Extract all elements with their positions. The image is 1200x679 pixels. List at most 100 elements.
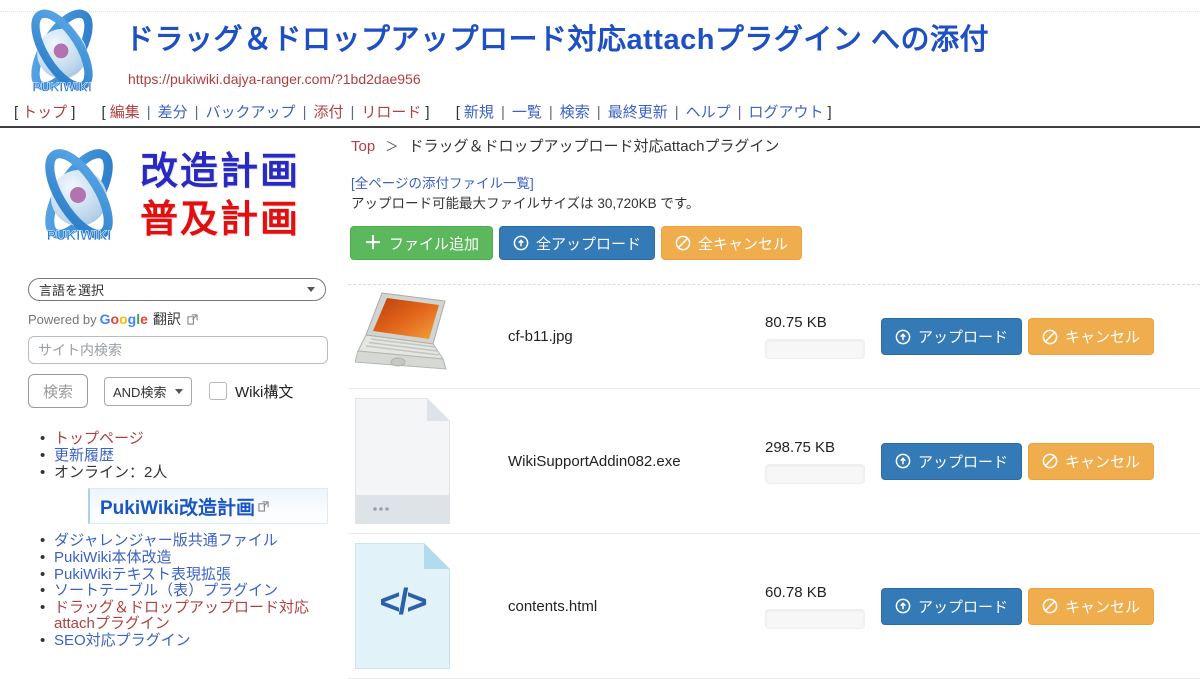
nav-edit[interactable]: 編集 bbox=[110, 104, 140, 121]
nav-new[interactable]: 新規 bbox=[464, 104, 494, 121]
nav-reload[interactable]: リロード bbox=[361, 104, 421, 121]
search-mode-select[interactable]: AND検索 bbox=[104, 377, 192, 406]
upload-all-button[interactable]: 全アップロード bbox=[499, 226, 655, 260]
search-button[interactable]: 検索 bbox=[28, 374, 88, 408]
sidebar: PUKIWIKI 改造計画 普及計画 言語を選択 Powered by Goog… bbox=[0, 128, 345, 630]
cancel-all-button[interactable]: 全キャンセル bbox=[661, 226, 802, 260]
file-thumbnail: </> bbox=[355, 543, 450, 669]
all-pages-attachment-list-link[interactable]: [全ページの添付ファイル一覧] bbox=[351, 172, 534, 192]
breadcrumb-home-link[interactable]: Top bbox=[351, 138, 375, 155]
slogan-line-2: 普及計画 bbox=[140, 196, 300, 244]
file-actions: アップロード キャンセル bbox=[881, 443, 1154, 480]
pukiwiki-atom-logo[interactable]: PUKIWIKI bbox=[12, 4, 112, 96]
breadcrumb: Top ＞ ドラッグ＆ドロップアップロード対応attachプラグイン bbox=[351, 135, 779, 156]
breadcrumb-separator: ＞ bbox=[385, 139, 398, 154]
file-meta: 80.75 KB bbox=[765, 314, 865, 359]
list-item: ダジャレンジャー版共通ファイル bbox=[40, 533, 332, 549]
upload-button[interactable]: アップロード bbox=[881, 443, 1022, 480]
file-actions: アップロード キャンセル bbox=[881, 588, 1154, 625]
upload-button[interactable]: アップロード bbox=[881, 588, 1022, 625]
nav-group-page: [編集|差分|バックアップ|添付|リロード] bbox=[98, 104, 434, 121]
circle-arrow-up-icon bbox=[895, 329, 911, 345]
logo-brand-text: PUKIWIKI bbox=[32, 79, 91, 94]
sidebar-item-text-extension[interactable]: PukiWikiテキスト表現拡張 bbox=[54, 566, 231, 583]
file-actions: アップロード キャンセル bbox=[881, 318, 1154, 355]
logo-brand-text: PUKIWIKI bbox=[47, 227, 112, 243]
site-slogan: 改造計画 普及計画 bbox=[140, 148, 300, 244]
upload-progress-bar bbox=[765, 339, 865, 359]
list-item: PukiWiki本体改造 bbox=[40, 550, 332, 566]
site-search-input[interactable] bbox=[28, 336, 328, 364]
generic-file-icon bbox=[355, 398, 450, 524]
nav-top[interactable]: トップ bbox=[22, 104, 67, 121]
main-content: Top ＞ ドラッグ＆ドロップアップロード対応attachプラグイン [全ページ… bbox=[345, 128, 1200, 630]
ban-circle-icon bbox=[1042, 329, 1058, 345]
external-link-icon bbox=[187, 314, 198, 325]
file-name: contents.html bbox=[508, 598, 765, 615]
language-select[interactable]: 言語を選択 bbox=[28, 278, 326, 301]
circle-arrow-up-icon bbox=[895, 453, 911, 469]
wiki-syntax-checkbox[interactable] bbox=[209, 382, 227, 400]
ban-circle-icon bbox=[1042, 453, 1058, 469]
cancel-button[interactable]: キャンセル bbox=[1028, 443, 1154, 480]
nav-logout[interactable]: ログアウト bbox=[749, 104, 824, 121]
list-item: ソートテーブル（表）プラグイン bbox=[40, 583, 332, 599]
nav-backup[interactable]: バックアップ bbox=[206, 104, 296, 121]
list-item: トップページ bbox=[40, 431, 330, 447]
breadcrumb-current: ドラッグ＆ドロップアップロード対応attachプラグイン bbox=[409, 138, 780, 155]
nav-search[interactable]: 検索 bbox=[560, 104, 590, 121]
code-glyph: </> bbox=[355, 581, 450, 623]
file-name: WikiSupportAddin082.exe bbox=[508, 453, 765, 470]
wiki-syntax-label: Wiki構文 bbox=[235, 381, 293, 402]
external-link-icon bbox=[258, 501, 269, 512]
google-translate-attribution: Powered by Google 翻訳 bbox=[28, 309, 198, 329]
nav-diff[interactable]: 差分 bbox=[158, 104, 188, 121]
circle-arrow-up-icon bbox=[895, 598, 911, 614]
search-controls: 検索 AND検索 Wiki構文 bbox=[28, 374, 293, 408]
translate-label: 翻訳 bbox=[153, 309, 181, 329]
table-row: WikiSupportAddin082.exe 298.75 KB アップロード… bbox=[348, 389, 1200, 534]
ban-circle-icon bbox=[1042, 598, 1058, 614]
cancel-button[interactable]: キャンセル bbox=[1028, 588, 1154, 625]
file-size: 60.78 KB bbox=[765, 584, 865, 601]
sidebar-links: ダジャレンジャー版共通ファイル PukiWiki本体改造 PukiWikiテキス… bbox=[40, 533, 332, 650]
sidebar-item-update-history[interactable]: 更新履歴 bbox=[54, 447, 114, 464]
file-meta: 298.75 KB bbox=[765, 439, 865, 484]
search-mode-value: AND検索 bbox=[113, 382, 166, 401]
sidebar-item-dragdrop-attach-plugin[interactable]: ドラッグ＆ドロップアップロード対応attachプラグイン bbox=[54, 599, 309, 632]
page-url-link[interactable]: https://pukiwiki.dajya-ranger.com/?1bd2d… bbox=[128, 71, 421, 87]
upload-progress-bar bbox=[765, 609, 865, 629]
upload-toolbar: ＋ ファイル追加 全アップロード 全キャンセル bbox=[350, 226, 802, 260]
file-thumbnail bbox=[355, 290, 450, 383]
nav-recent[interactable]: 最終更新 bbox=[608, 104, 668, 121]
laptop-photo-thumbnail bbox=[355, 290, 450, 378]
ban-circle-icon bbox=[675, 235, 691, 251]
sidebar-item-top-page[interactable]: トップページ bbox=[54, 430, 144, 447]
list-item: 更新履歴 bbox=[40, 448, 330, 464]
file-meta: 60.78 KB bbox=[765, 584, 865, 629]
nav-group-top: [トップ] bbox=[10, 104, 79, 121]
site-logo[interactable]: PUKIWIKI 改造計画 普及計画 bbox=[20, 146, 300, 246]
upload-button[interactable]: アップロード bbox=[881, 318, 1022, 355]
nav-attach[interactable]: 添付 bbox=[313, 104, 343, 121]
table-row: cf-b11.jpg 80.75 KB アップロード キャンセル bbox=[348, 285, 1200, 389]
pukiwiki-atom-icon: PUKIWIKI bbox=[20, 146, 138, 246]
top-navigation: [トップ] [編集|差分|バックアップ|添付|リロード] [新規|一覧|検索|最… bbox=[10, 101, 850, 122]
nav-help[interactable]: ヘルプ bbox=[686, 104, 731, 121]
google-logo: Google bbox=[100, 311, 148, 327]
section-heading-text: PukiWiki改造計画 bbox=[100, 493, 255, 520]
nav-list[interactable]: 一覧 bbox=[512, 104, 542, 121]
add-files-button[interactable]: ＋ ファイル追加 bbox=[350, 226, 493, 260]
top-dotted-divider bbox=[0, 11, 1200, 12]
sidebar-item-core-mods[interactable]: PukiWiki本体改造 bbox=[54, 549, 172, 566]
file-size: 80.75 KB bbox=[765, 314, 865, 331]
table-row: </> contents.html 60.78 KB アップロード キャンセル bbox=[348, 534, 1200, 679]
circle-arrow-up-icon bbox=[513, 235, 529, 251]
cancel-button[interactable]: キャンセル bbox=[1028, 318, 1154, 355]
sidebar-item-sort-table-plugin[interactable]: ソートテーブル（表）プラグイン bbox=[54, 582, 278, 599]
sidebar-item-seo-plugin[interactable]: SEO対応プラグイン bbox=[54, 632, 191, 649]
sidebar-item-common-files[interactable]: ダジャレンジャー版共通ファイル bbox=[54, 532, 278, 549]
max-upload-size-text: アップロード可能最大ファイルサイズは 30,720KB です。 bbox=[351, 192, 700, 212]
sidebar-section-heading[interactable]: PukiWiki改造計画 bbox=[88, 488, 328, 524]
plus-icon: ＋ bbox=[364, 234, 382, 252]
